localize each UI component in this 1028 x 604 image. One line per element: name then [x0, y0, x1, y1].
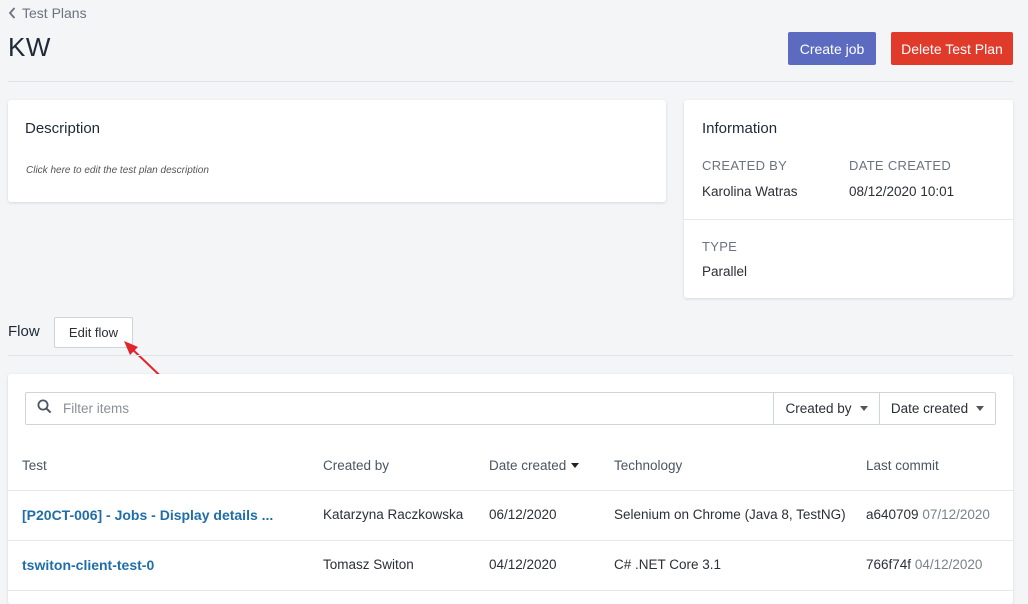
table-row-date-created: 04/12/2020 [489, 557, 557, 572]
caret-down-icon [976, 406, 985, 411]
header-row-divider [8, 490, 1013, 491]
create-job-button[interactable]: Create job [788, 32, 876, 65]
table-row-test-link[interactable]: [P20CT-006] - Jobs - Display details ... [22, 507, 273, 523]
table-row-created-by: Katarzyna Raczkowska [323, 507, 464, 522]
breadcrumb-link-test-plans[interactable]: Test Plans [22, 5, 87, 21]
commit-hash: 766f74f [866, 557, 912, 572]
created-by-value: Karolina Watras [702, 184, 798, 199]
filter-items-input[interactable] [61, 400, 665, 417]
table-row-created-by: Tomasz Switon [323, 557, 414, 572]
filter-bar: Created by Date created [25, 392, 996, 425]
sort-desc-icon [571, 463, 580, 468]
column-header-created-by[interactable]: Created by [323, 458, 389, 473]
caret-down-icon [859, 406, 868, 411]
table-row-test-link[interactable]: tswiton-client-test-0 [22, 557, 154, 573]
commit-hash: a640709 [866, 507, 919, 522]
chevron-left-icon [8, 7, 16, 19]
delete-test-plan-button[interactable]: Delete Test Plan [891, 32, 1013, 65]
row-divider [8, 540, 1013, 541]
information-card: Information CREATED BY DATE CREATED Karo… [684, 100, 1013, 298]
information-divider [684, 219, 1013, 220]
date-created-label: DATE CREATED [849, 158, 952, 173]
flow-divider [8, 355, 1013, 356]
column-header-test[interactable]: Test [22, 458, 47, 473]
column-header-date-created-label: Date created [489, 458, 567, 473]
table-row-last-commit: 766f74f 04/12/2020 [866, 557, 982, 572]
search-icon [37, 399, 52, 419]
commit-date: 07/12/2020 [922, 507, 990, 522]
information-title: Information [702, 120, 778, 137]
header-divider [8, 81, 1013, 82]
created-by-dropdown-label: Created by [785, 401, 852, 416]
tests-table-card: Created by Date created Test Created by … [8, 374, 1013, 604]
created-by-dropdown[interactable]: Created by [773, 393, 879, 424]
table-row-technology: Selenium on Chrome (Java 8, TestNG) [614, 507, 846, 522]
table-row-last-commit: a640709 07/12/2020 [866, 507, 990, 522]
description-edit-hint[interactable]: Click here to edit the test plan descrip… [26, 165, 209, 176]
created-by-label: CREATED BY [702, 158, 788, 173]
breadcrumb[interactable]: Test Plans [8, 5, 87, 21]
page-title: KW [8, 32, 51, 62]
flow-label: Flow [8, 323, 40, 340]
row-divider [8, 590, 1013, 591]
column-header-last-commit[interactable]: Last commit [866, 458, 939, 473]
type-value: Parallel [702, 264, 748, 279]
date-created-dropdown-label: Date created [890, 401, 969, 416]
date-created-value: 08/12/2020 10:01 [849, 184, 955, 199]
column-header-date-created[interactable]: Date created [489, 458, 580, 473]
filter-search [26, 393, 773, 424]
table-row-date-created: 06/12/2020 [489, 507, 557, 522]
commit-date: 04/12/2020 [914, 557, 983, 572]
description-title: Description [25, 120, 101, 137]
date-created-dropdown[interactable]: Date created [879, 393, 995, 424]
table-row-technology: C# .NET Core 3.1 [614, 557, 722, 572]
type-label: TYPE [702, 239, 738, 254]
column-header-technology[interactable]: Technology [614, 458, 682, 473]
description-card: Description Click here to edit the test … [8, 100, 666, 202]
